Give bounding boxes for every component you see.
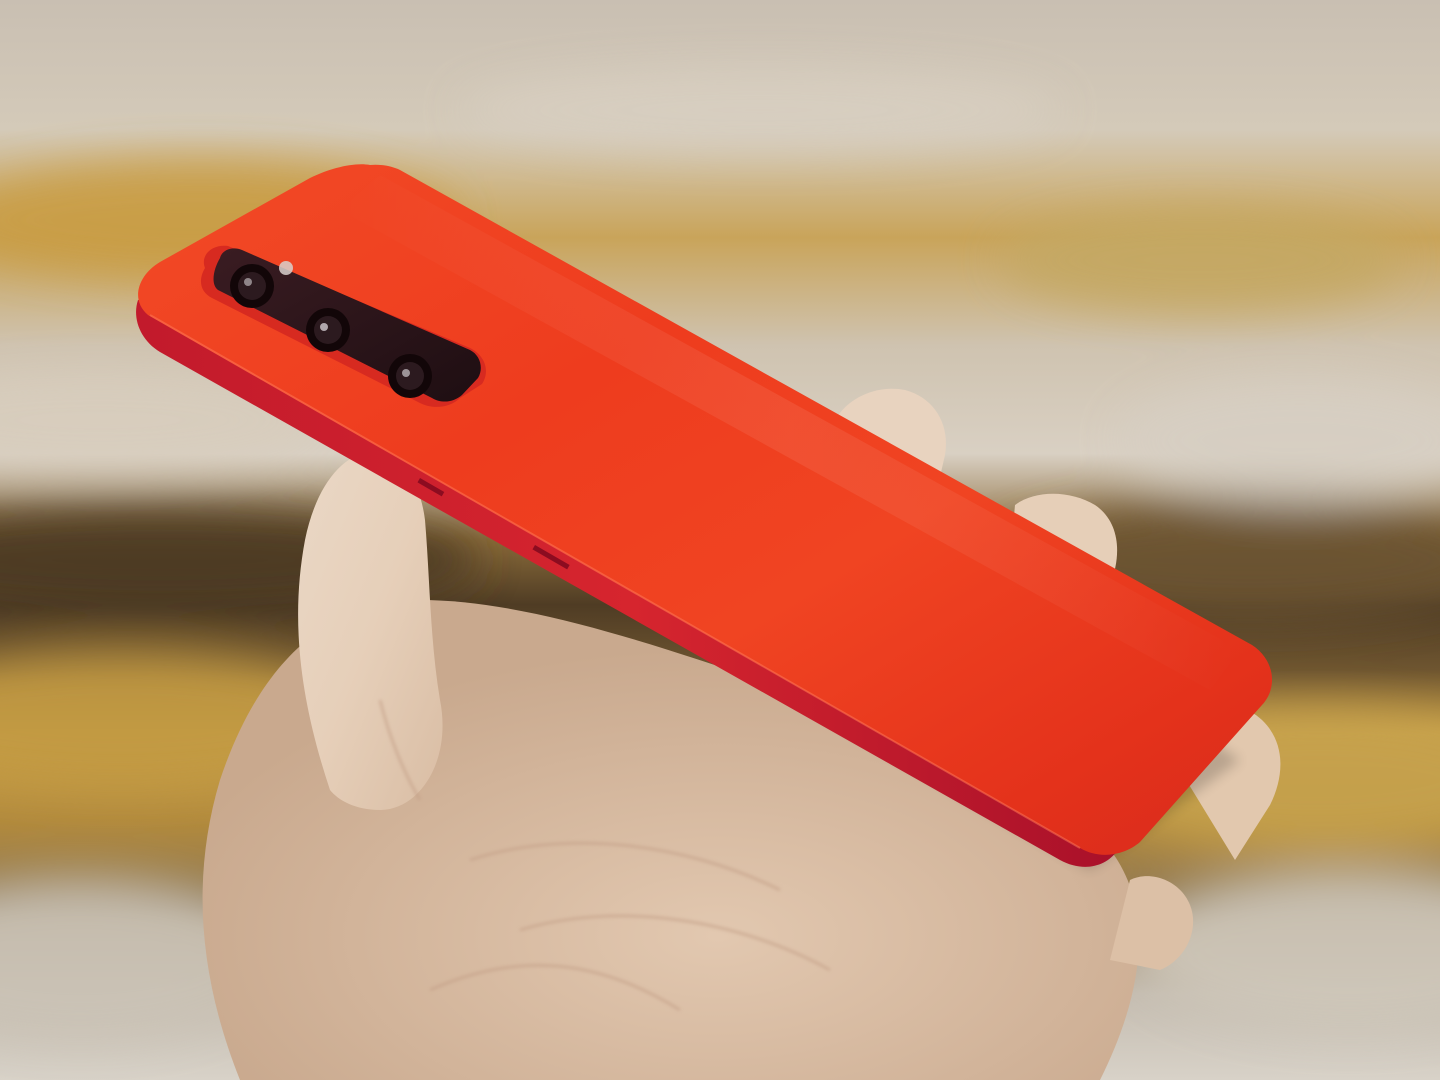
photo-scene xyxy=(0,0,1440,1080)
camera-lens-middle xyxy=(306,308,350,352)
photo-canvas xyxy=(0,0,1440,1080)
camera-lens-bottom xyxy=(388,354,432,398)
camera-lens-top xyxy=(230,264,274,308)
camera-flash xyxy=(279,261,293,275)
